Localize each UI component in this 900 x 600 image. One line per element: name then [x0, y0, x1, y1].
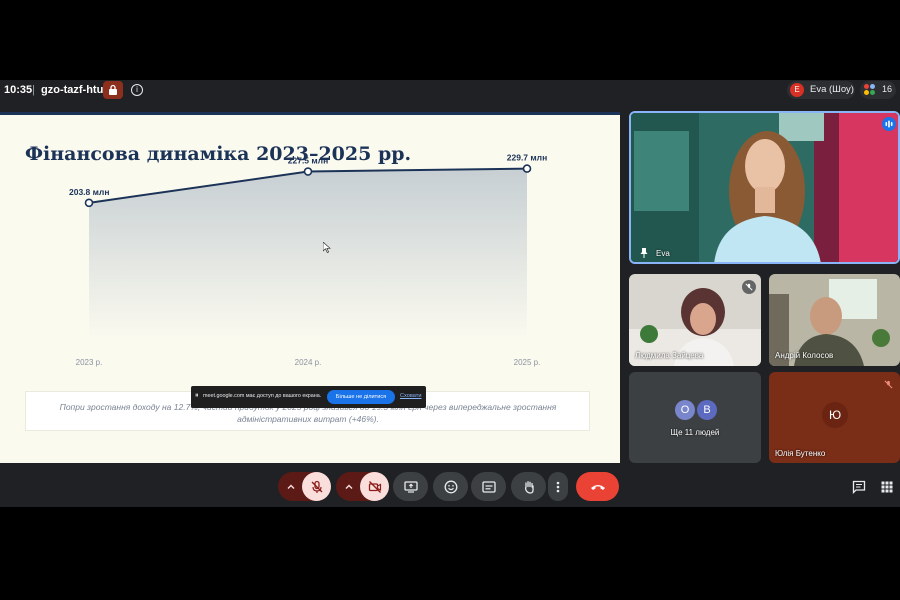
pause-icon: ⏸: [195, 392, 199, 399]
x-tick-label: 2024 р.: [295, 358, 322, 367]
speaking-indicator-icon: [882, 117, 896, 131]
apps-grid-icon: [881, 481, 893, 493]
end-call-icon: [590, 484, 605, 490]
video-feed-eva: [631, 113, 898, 262]
lock-icon: [109, 84, 117, 95]
meet-window: 10:35 | gzo-tazf-htu i E Eva (Шоу) 16 Фі…: [0, 80, 900, 507]
captions-icon: [481, 480, 496, 493]
presented-slide: Фінансова динаміка 2023–2025 рр. 203.8 м…: [0, 112, 620, 463]
x-tick-label: 2025 р.: [514, 358, 541, 367]
activities-button[interactable]: [879, 479, 895, 495]
video-options-chevron-icon[interactable]: [344, 482, 354, 492]
captions-button[interactable]: [471, 472, 506, 501]
others-label: Ще 11 людей: [670, 428, 720, 437]
data-point: [303, 167, 313, 176]
tile-participant-3[interactable]: Ю Юлія Бутенко: [769, 372, 900, 463]
present-screen-icon: [403, 480, 418, 493]
pin-icon[interactable]: [640, 248, 648, 258]
data-label: 227.5 млн: [288, 156, 328, 166]
camera-toggle-button[interactable]: [360, 472, 389, 501]
more-vertical-icon: [556, 481, 560, 492]
presenter-chip[interactable]: E Eva (Шоу): [787, 81, 855, 99]
tile-name-main: Eva: [656, 249, 670, 258]
presenter-avatar: E: [790, 83, 804, 97]
top-bar: 10:35 | gzo-tazf-htu i E Eva (Шоу) 16: [0, 80, 900, 100]
more-options-button[interactable]: [548, 472, 568, 501]
others-avatar-1: О: [675, 400, 695, 420]
mic-off-icon: [884, 380, 892, 388]
chat-button[interactable]: [851, 479, 867, 495]
tile-name-2: Андрій Колосов: [775, 351, 834, 360]
others-avatar-2: В: [697, 400, 717, 420]
tile-3-mic-status: [881, 377, 895, 391]
chat-icon: [852, 480, 866, 494]
tile-main-speaker[interactable]: Eva: [629, 111, 900, 264]
toast-message: meet.google.com має доступ до вашого екр…: [203, 393, 322, 399]
raise-hand-button[interactable]: [511, 472, 546, 501]
participant-count: 16: [882, 84, 893, 94]
emoji-icon: [444, 480, 457, 493]
screen-share-toast: ⏸ meet.google.com має доступ до вашого е…: [191, 386, 426, 408]
clock: 10:35: [4, 84, 33, 96]
mic-off-icon: [311, 480, 322, 493]
camera-off-icon: [368, 480, 381, 493]
info-icon[interactable]: i: [131, 84, 143, 96]
audio-control-group: [278, 472, 331, 501]
audio-options-chevron-icon[interactable]: [286, 482, 296, 492]
tile-others[interactable]: О В Ще 11 людей: [629, 372, 761, 463]
stop-sharing-button[interactable]: Більше не ділитися: [327, 390, 395, 404]
data-label: 203.8 млн: [69, 187, 109, 197]
tile-name-3: Юлія Бутенко: [775, 449, 826, 458]
data-point: [522, 164, 532, 173]
mic-toggle-button[interactable]: [302, 472, 331, 501]
people-icon: [864, 84, 876, 96]
video-control-group: [336, 472, 389, 501]
mouse-cursor-icon: [323, 242, 331, 253]
hand-icon: [524, 480, 534, 494]
present-screen-button[interactable]: [393, 472, 428, 501]
data-point: [84, 198, 94, 208]
tile-participant-1[interactable]: Людмила Зайцева: [629, 274, 761, 366]
x-tick-label: 2023 р.: [76, 358, 103, 367]
participants-button[interactable]: 16: [860, 81, 896, 99]
hide-toast-link[interactable]: Сховати: [400, 393, 421, 399]
meeting-code: gzo-tazf-htu: [41, 84, 104, 96]
data-label: 229.7 млн: [507, 153, 547, 163]
participant-3-avatar: Ю: [822, 402, 848, 428]
mic-off-icon: [745, 283, 753, 291]
presenter-label: Eva (Шоу): [810, 84, 854, 95]
tile-name-1: Людмила Зайцева: [635, 351, 704, 360]
tile-1-mic-status: [742, 280, 756, 294]
separator: |: [32, 84, 35, 96]
host-controls-button[interactable]: [103, 81, 123, 99]
leave-call-button[interactable]: [576, 472, 619, 501]
reactions-button[interactable]: [433, 472, 468, 501]
tile-participant-2[interactable]: Андрій Колосов: [769, 274, 900, 366]
